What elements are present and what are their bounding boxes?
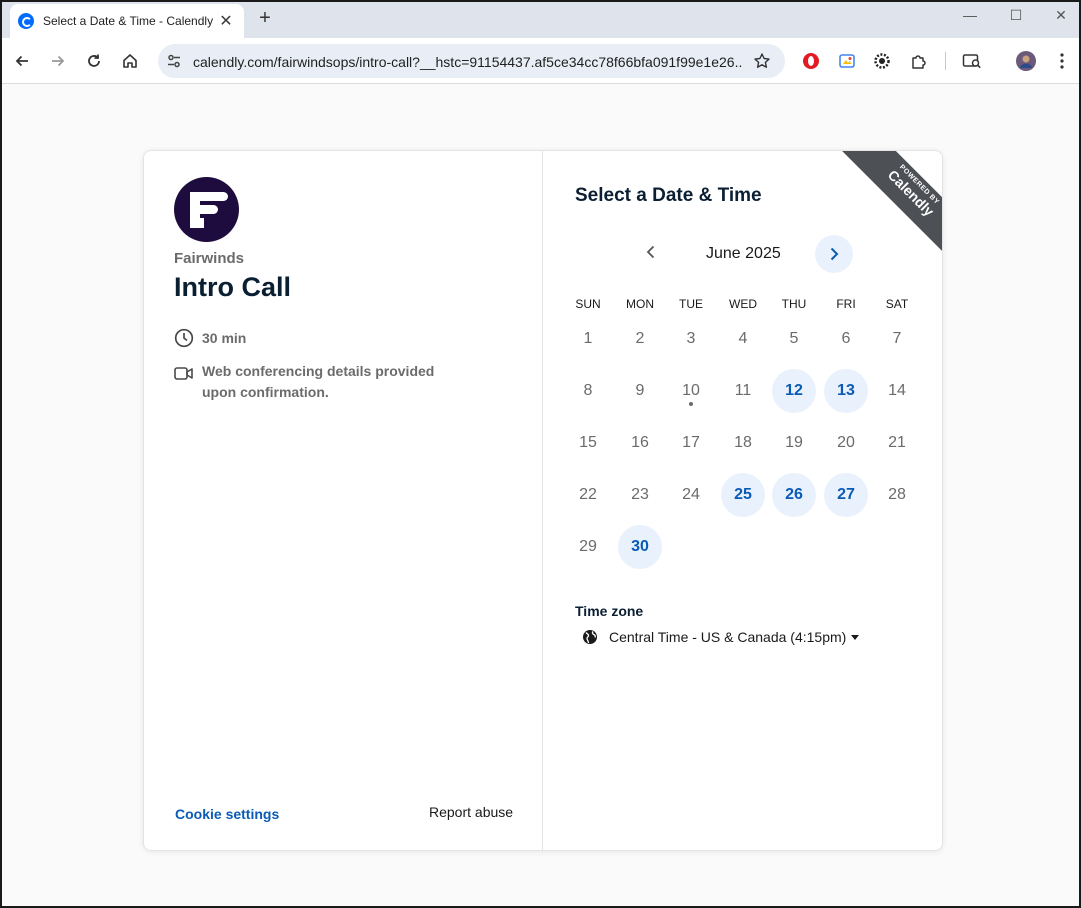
back-button[interactable] [11, 50, 33, 72]
calendar-day: 19 [785, 434, 803, 451]
calendar-day: 22 [579, 486, 597, 503]
calendar-day: 5 [789, 330, 799, 347]
globe-icon [583, 630, 597, 644]
weekday-header: SUN [575, 297, 601, 311]
url-text[interactable]: calendly.com/fairwindsops/intro-call?__h… [193, 54, 743, 70]
tab-search-icon[interactable] [962, 51, 982, 71]
calendar-day: 15 [579, 434, 597, 451]
calendar-day: 17 [682, 434, 700, 451]
calendar-day-available[interactable]: 26 [772, 473, 816, 517]
calendar-day: 24 [682, 486, 700, 503]
home-icon [123, 54, 137, 68]
duration-detail: 30 min [174, 328, 246, 349]
window-close-button[interactable]: ✕ [1046, 7, 1076, 29]
scheduling-card: Fairwinds Intro Call 30 min Web conferen… [143, 150, 943, 851]
month-label: June 2025 [706, 245, 781, 262]
organization-name: Fairwinds [174, 250, 245, 267]
calendar-day: 16 [631, 434, 649, 451]
weekday-header: MON [626, 297, 654, 311]
chevron-right-icon [830, 247, 839, 261]
calendar-day: 6 [841, 330, 851, 347]
previous-month-button[interactable] [639, 240, 663, 264]
powered-by-badge[interactable]: POWERED BY Calendly [839, 151, 942, 252]
colorful-extension-icon[interactable] [837, 51, 857, 71]
reload-icon [88, 54, 100, 67]
tab-strip: Select a Date & Time - Calendly ✕ + — ☐ … [2, 2, 1079, 38]
calendar-day: 7 [892, 330, 902, 347]
cookie-settings-link[interactable]: Cookie settings [175, 806, 279, 822]
event-title: Intro Call [174, 272, 292, 302]
conferencing-detail: Web conferencing details provided upon c… [174, 361, 472, 403]
weekday-header: WED [729, 297, 757, 311]
browser-window: Select a Date & Time - Calendly ✕ + — ☐ … [0, 0, 1081, 908]
calendar-day: 11 [734, 382, 752, 399]
weekday-header: TUE [679, 297, 703, 311]
back-arrow-icon [15, 55, 28, 67]
calendar-day: 21 [888, 434, 906, 451]
calendar-day-available[interactable]: 25 [721, 473, 765, 517]
browser-toolbar: calendly.com/fairwindsops/intro-call?__h… [2, 38, 1079, 84]
tab-close-icon[interactable]: ✕ [216, 11, 236, 31]
calendar-day: 14 [888, 382, 906, 399]
calendar-day: 4 [738, 330, 748, 347]
site-settings-icon[interactable] [166, 53, 182, 69]
weekday-header: THU [781, 297, 807, 311]
next-month-button[interactable] [815, 235, 853, 273]
calendar-day: 9 [635, 382, 645, 399]
reload-button[interactable] [83, 50, 105, 72]
forward-arrow-icon [52, 55, 65, 67]
bookmark-star-icon[interactable] [753, 52, 771, 70]
calendar-day: 10 [669, 369, 713, 413]
caret-down-icon [851, 634, 860, 640]
date-picker-panel: POWERED BY Calendly Select a Date & Time… [544, 151, 942, 850]
chevron-left-icon [646, 245, 655, 259]
calendar-day-available[interactable]: 12 [772, 369, 816, 413]
calendar-day: 23 [631, 486, 649, 503]
calendar-day: 28 [888, 486, 906, 503]
calendar-day: 1 [583, 330, 593, 347]
browser-menu-icon[interactable] [1052, 51, 1072, 71]
calendar-day: 3 [686, 330, 696, 347]
select-date-heading: Select a Date & Time [575, 185, 762, 206]
fairwinds-logo-mark [190, 192, 228, 228]
home-button[interactable] [119, 50, 141, 72]
timezone-value: Central Time - US & Canada (4:15pm) [609, 629, 847, 645]
profile-avatar-icon[interactable] [1016, 51, 1036, 71]
weekday-header: FRI [836, 297, 856, 311]
fairwinds-logo [174, 177, 239, 242]
timezone-selector[interactable]: Central Time - US & Canada (4:15pm) [582, 629, 860, 645]
video-camera-icon [174, 367, 193, 380]
calendar-day: 18 [734, 434, 752, 451]
forward-button[interactable] [47, 50, 69, 72]
calendar-day: 29 [579, 538, 597, 555]
calendar-day-available[interactable]: 30 [618, 525, 662, 569]
minimize-button[interactable]: — [955, 7, 985, 29]
tab-title: Select a Date & Time - Calendly [43, 14, 214, 28]
clock-icon [174, 328, 194, 348]
new-tab-button[interactable]: + [254, 8, 276, 30]
weekday-header: SAT [885, 297, 909, 311]
tab-active[interactable]: Select a Date & Time - Calendly ✕ [10, 4, 244, 38]
toolbar-divider [945, 52, 946, 70]
calendar-day: 2 [635, 330, 645, 347]
calendar-day-available[interactable]: 13 [824, 369, 868, 413]
opera-extension-icon[interactable] [801, 51, 821, 71]
timezone-label: Time zone [575, 603, 644, 619]
today-indicator [689, 402, 693, 406]
calendar-day-available[interactable]: 27 [824, 473, 868, 517]
calendar-day: 20 [837, 434, 855, 451]
address-bar[interactable]: calendly.com/fairwindsops/intro-call?__h… [158, 44, 785, 78]
report-abuse-link[interactable]: Report abuse [429, 804, 513, 820]
maximize-button[interactable]: ☐ [1001, 7, 1031, 29]
event-details-panel: Fairwinds Intro Call 30 min Web conferen… [144, 151, 543, 850]
calendar-day: 8 [583, 382, 593, 399]
extensions-puzzle-icon[interactable] [909, 51, 929, 71]
duration-text: 30 min [202, 330, 247, 346]
conferencing-text: Web conferencing details provided upon c… [202, 363, 435, 400]
calendly-favicon-icon [18, 13, 34, 29]
gear-extension-icon[interactable] [872, 51, 892, 71]
